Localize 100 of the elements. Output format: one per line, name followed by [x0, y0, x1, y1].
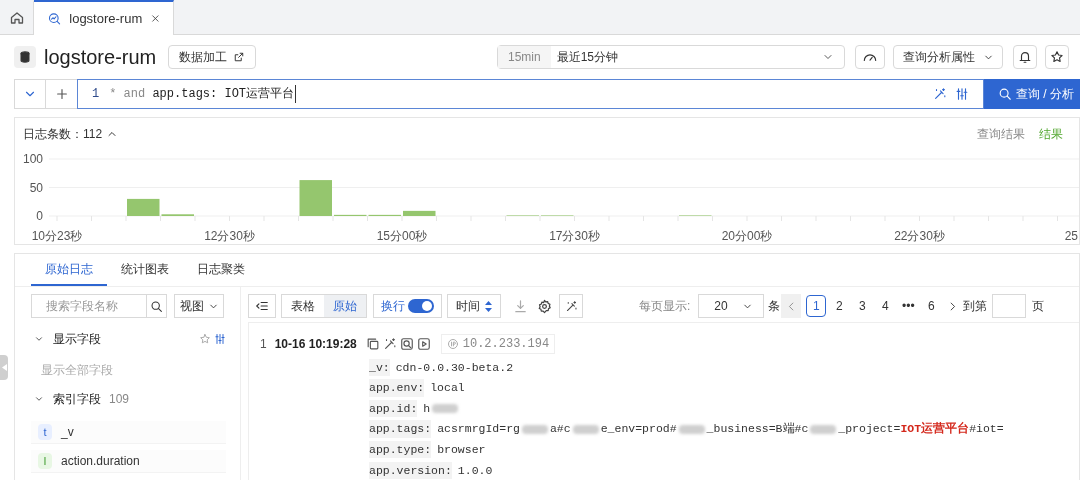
- field-count: 109: [109, 391, 130, 408]
- field-search[interactable]: 搜索字段名称: [31, 294, 167, 318]
- field-item[interactable]: t _v: [31, 421, 226, 444]
- field-name: action.duration: [61, 453, 140, 470]
- goto-page-field[interactable]: [992, 294, 1027, 318]
- indent-icon: [255, 299, 269, 313]
- axis-label: 17分30秒: [549, 229, 600, 243]
- search-icon[interactable]: [150, 299, 163, 313]
- field-item[interactable]: l action.duration: [31, 450, 226, 473]
- copy-icon[interactable]: [365, 337, 380, 351]
- field-value: a#c: [549, 421, 571, 438]
- magic-wand-icon[interactable]: [933, 87, 947, 101]
- field-key: app.id:: [369, 399, 418, 418]
- favorite-button[interactable]: [1045, 45, 1069, 69]
- field-key: app.version:: [369, 461, 452, 479]
- field-search-input[interactable]: 搜索字段名称: [32, 295, 146, 317]
- collapse-handle[interactable]: [0, 355, 8, 380]
- result-link[interactable]: 查询结果: [977, 125, 1025, 143]
- chevron-down-icon[interactable]: [34, 334, 44, 344]
- plus-icon: [54, 87, 69, 101]
- field-key: app.type:: [369, 441, 432, 459]
- page-button[interactable]: 1: [806, 295, 827, 317]
- axis-label: 0: [36, 209, 43, 223]
- axis-label: 50: [29, 180, 43, 195]
- page-button[interactable]: 3: [852, 295, 873, 317]
- chart-search-icon: [48, 10, 62, 27]
- chevron-down-icon[interactable]: [34, 394, 44, 404]
- sort-icon: [485, 300, 492, 312]
- field-key: app.tags:: [369, 420, 432, 438]
- page-button[interactable]: •••: [898, 295, 919, 317]
- field-name: _v: [61, 424, 74, 441]
- row-number: 1: [260, 336, 267, 353]
- axis-label: 10分23秒: [31, 229, 83, 243]
- blurred-text: [432, 404, 459, 413]
- duration-badge: 15min: [498, 46, 551, 68]
- magic-wand-icon[interactable]: [382, 337, 397, 351]
- page-size-label: 每页显示:: [639, 298, 691, 315]
- query-editor[interactable]: 1 * and app.tags: IOT运营平台: [77, 79, 984, 109]
- page-button[interactable]: 2: [829, 295, 850, 317]
- page-size-unit: 条: [768, 298, 781, 315]
- bell-icon: [1018, 50, 1032, 64]
- play-icon[interactable]: [416, 337, 431, 351]
- page-tab[interactable]: logstore-rum: [34, 0, 174, 35]
- goto-unit: 页: [1032, 298, 1045, 315]
- field-value: local: [430, 380, 465, 397]
- field-value: cdn-0.0.30-beta.2: [395, 359, 514, 376]
- axis-label: 15分00秒: [376, 229, 428, 243]
- query-button[interactable]: 查询 / 分析: [984, 79, 1080, 109]
- wrap-toggle[interactable]: 换行: [373, 294, 442, 318]
- view-mode-tab[interactable]: 表格: [282, 295, 324, 317]
- alert-button[interactable]: [1013, 45, 1037, 69]
- field-value: e_env=prod#: [600, 421, 677, 438]
- collapse-sidebar-button[interactable]: [248, 294, 276, 318]
- data-process-button[interactable]: 数据加工: [168, 45, 257, 69]
- sliders-icon[interactable]: [214, 333, 226, 345]
- axis-label: 20分00秒: [721, 229, 773, 243]
- result-tab[interactable]: 原始日志: [31, 254, 107, 286]
- gauge-button[interactable]: [855, 45, 885, 69]
- field-value: _project=: [838, 421, 901, 438]
- settings-icon[interactable]: [537, 298, 552, 314]
- axis-label: 100: [22, 152, 43, 166]
- field-key: _v:: [369, 358, 390, 376]
- caret-left-icon: [1, 364, 7, 371]
- query-properties-button[interactable]: 查询分析属性: [893, 45, 1003, 69]
- ip-icon: [446, 338, 459, 350]
- source-badge: 10.2.233.194: [440, 334, 556, 354]
- page-button[interactable]: 4: [875, 295, 896, 317]
- blurred-text: [678, 424, 705, 434]
- log-time: 10-16 10:19:28: [274, 336, 357, 353]
- page-button[interactable]: 6: [921, 295, 942, 317]
- time-range-select[interactable]: 15min 最近15分钟: [497, 45, 845, 69]
- magic-wand-icon: [564, 299, 578, 313]
- result-tab[interactable]: 统计图表: [107, 254, 183, 286]
- toggle-switch[interactable]: [408, 299, 434, 313]
- time-range-value: 最近15分钟: [556, 49, 620, 66]
- external-link-icon: [233, 51, 246, 63]
- close-icon[interactable]: [150, 12, 161, 25]
- view-select[interactable]: 视图: [174, 294, 224, 318]
- wand-button[interactable]: [559, 294, 583, 318]
- field-value: browser: [437, 442, 486, 459]
- histogram-bar: [403, 210, 436, 216]
- blurred-text: [521, 424, 548, 434]
- highlighted-value: IOT运营平台: [900, 421, 970, 438]
- sort-button[interactable]: 时间: [447, 294, 501, 318]
- field-value: acsrmrgId=rg: [437, 421, 520, 438]
- field-value: h: [423, 400, 431, 417]
- scan-search-icon[interactable]: [399, 337, 414, 351]
- field-value: _business=B端#c: [706, 421, 809, 438]
- line-number: 1: [92, 86, 100, 103]
- view-mode-tab[interactable]: 原始: [324, 295, 366, 317]
- blurred-text: [572, 424, 599, 434]
- sliders-icon[interactable]: [955, 87, 969, 101]
- result-tab[interactable]: 日志聚类: [183, 254, 259, 286]
- goto-label: 到第: [963, 298, 988, 315]
- star-icon[interactable]: [199, 333, 211, 345]
- type-badge: l: [38, 453, 52, 469]
- page-size-select[interactable]: 20: [698, 294, 765, 318]
- axis-label: 12分30秒: [204, 229, 255, 243]
- axis-label: 25: [1064, 229, 1078, 243]
- query-text: * and app.tags: IOT运营平台: [109, 85, 297, 103]
